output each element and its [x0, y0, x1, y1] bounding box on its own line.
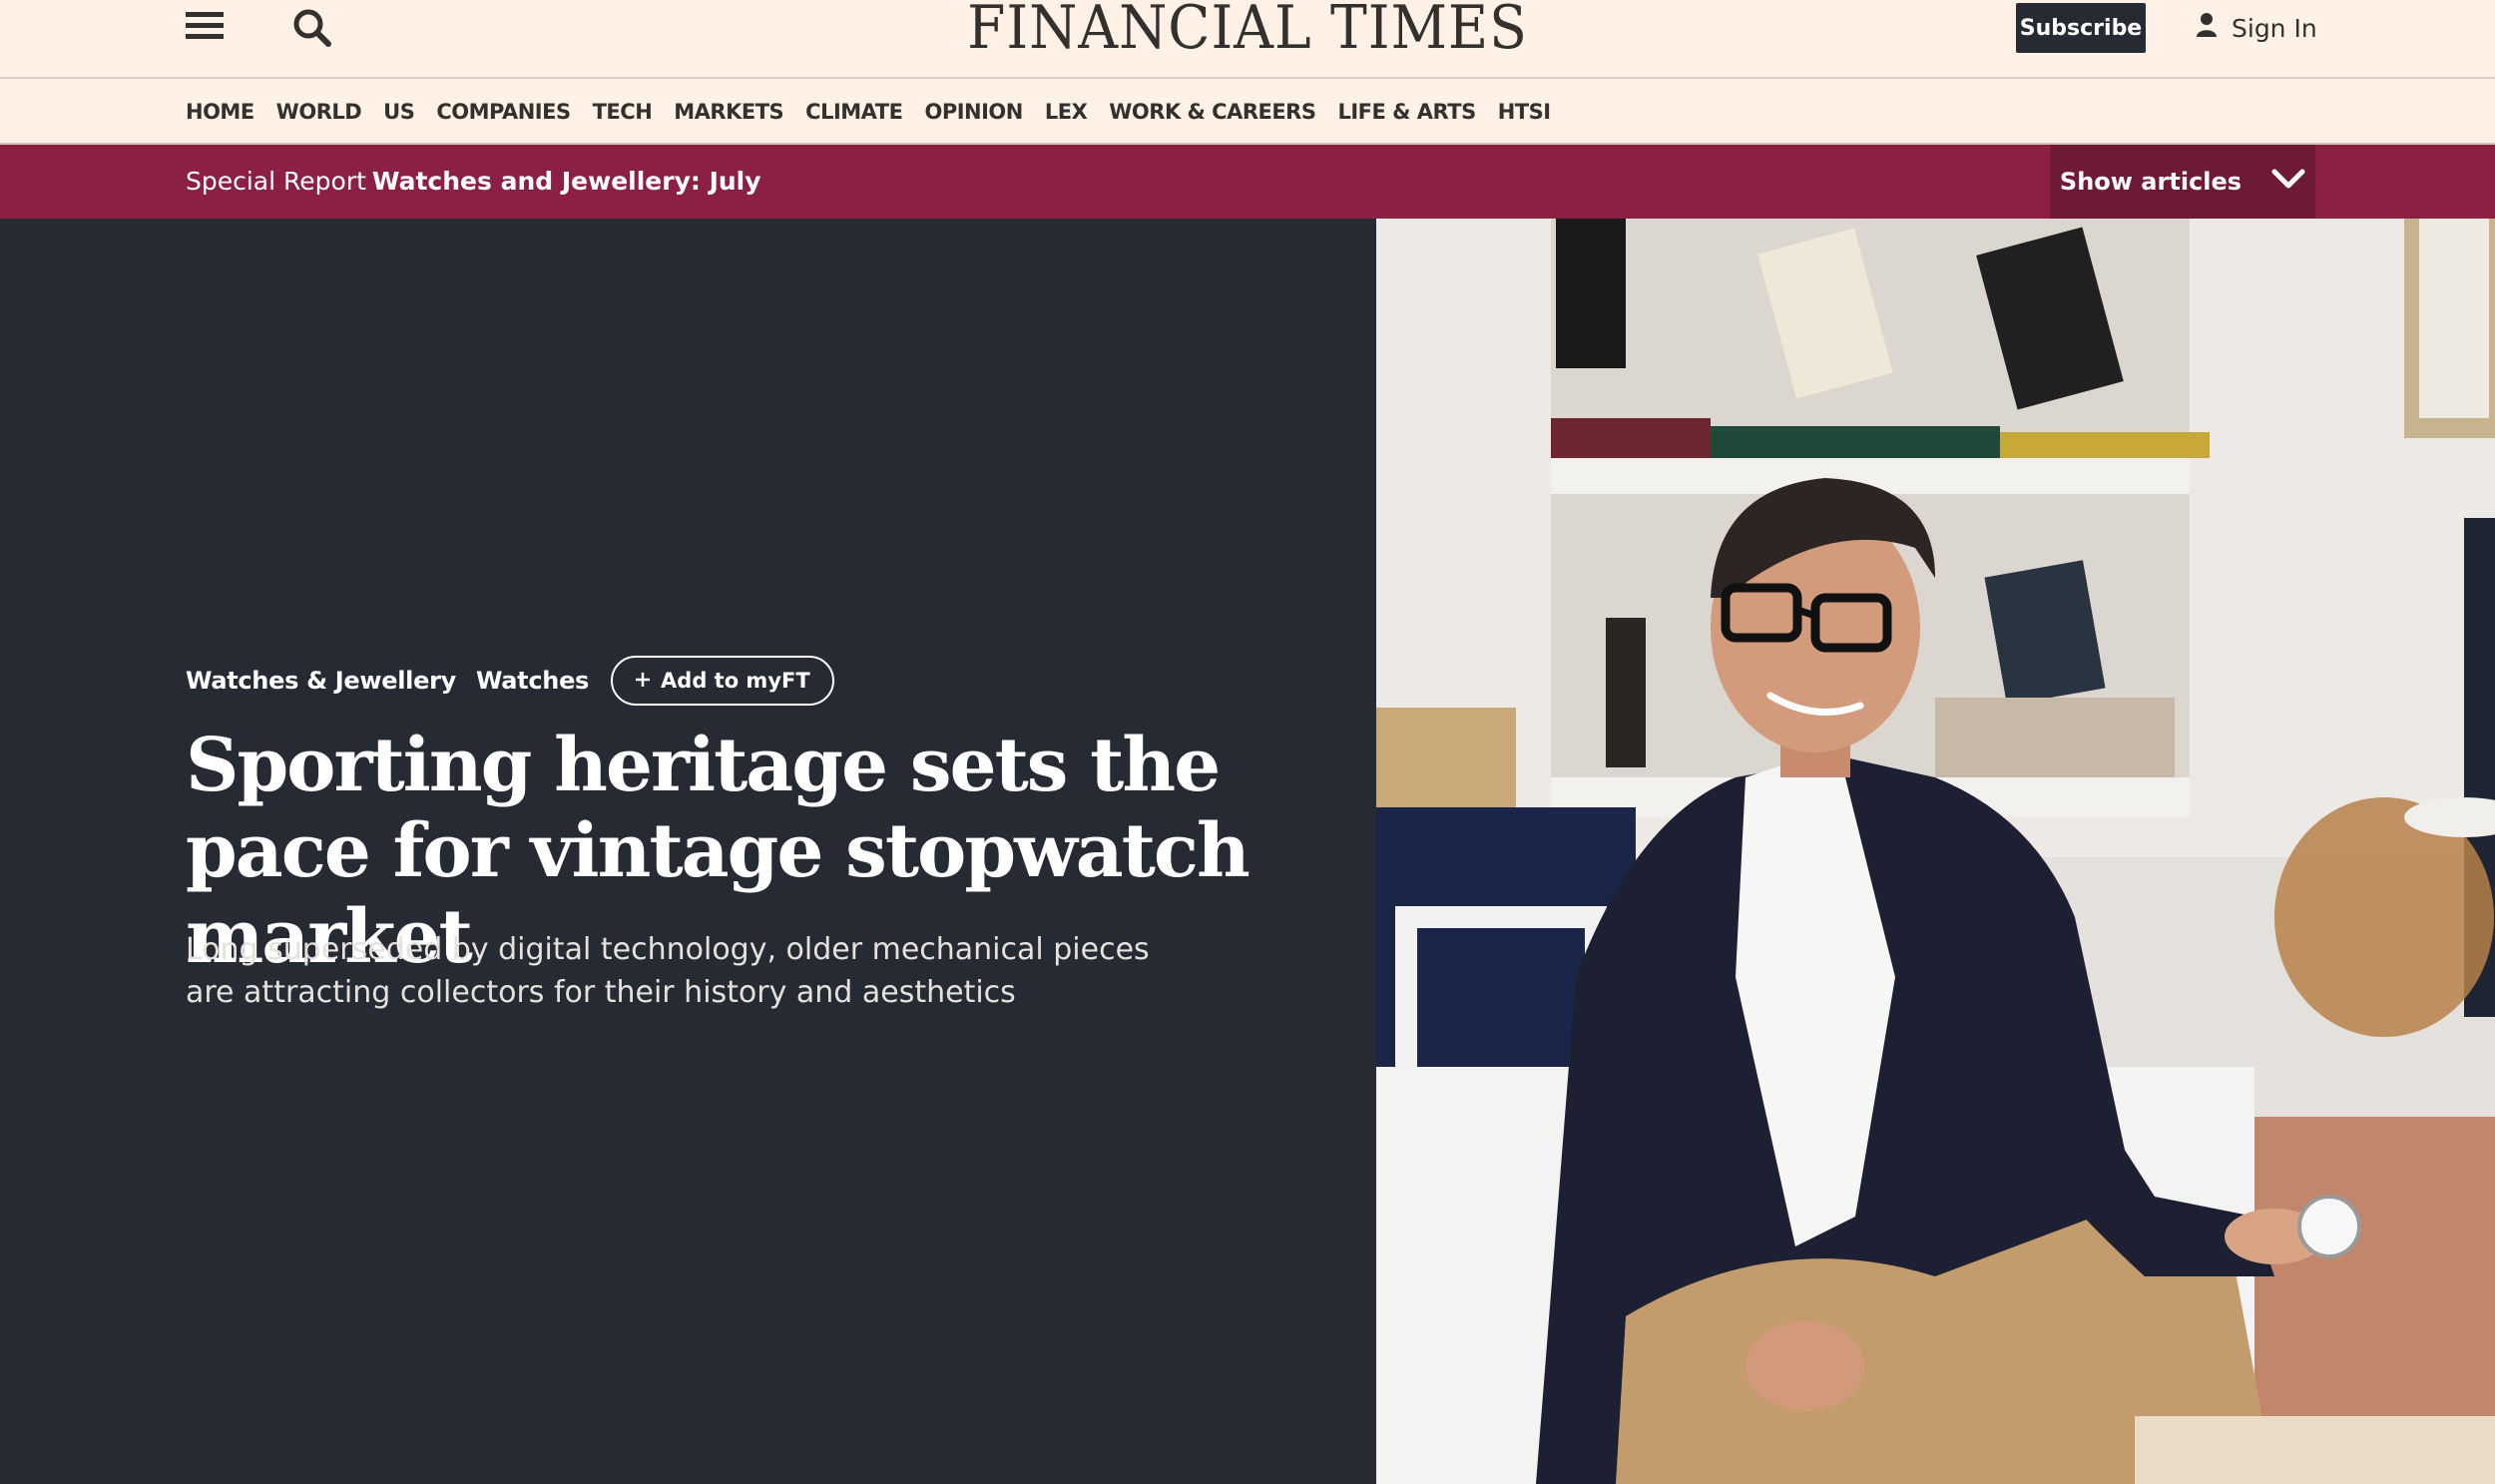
nav-item: WORLD — [276, 100, 362, 124]
nav-list: HOME WORLD US COMPANIES TECH MARKETS CLIMATE OP… — [186, 79, 1551, 145]
nav-link-climate[interactable]: CLIMATE — [805, 100, 903, 124]
nav-link-lex[interactable]: LEX — [1045, 100, 1088, 124]
nav-item: WORK & CAREERS — [1109, 100, 1316, 124]
nav-item: LIFE & ARTS — [1337, 100, 1476, 124]
show-articles-label: Show articles — [2059, 168, 2243, 196]
site-header: FINANCIAL TIMES Subscribe Sign In — [0, 0, 2495, 79]
nav-item: CLIMATE — [805, 100, 903, 124]
add-to-myft-button[interactable]: Add to myFT — [611, 656, 834, 706]
special-report-title[interactable]: Watches and Jewellery: July — [372, 167, 761, 196]
special-report-prefix: Special Report — [186, 167, 366, 196]
nav-link-life-arts[interactable]: LIFE & ARTS — [1337, 100, 1476, 124]
nav-link-tech[interactable]: TECH — [593, 100, 653, 124]
tag-watches-jewellery[interactable]: Watches & Jewellery — [186, 667, 456, 695]
show-articles-button[interactable]: Show articles — [2050, 145, 2315, 219]
main-nav: HOME WORLD US COMPANIES TECH MARKETS CLIMATE OP… — [0, 79, 2495, 145]
special-report-bar: Special Report Watches and Jewellery: Jul… — [0, 145, 2495, 219]
tag-watches[interactable]: Watches — [476, 667, 589, 695]
article-standfirst: Long superseded by digital technology, o… — [186, 932, 1150, 1010]
nav-item: TECH — [593, 100, 653, 124]
nav-link-us[interactable]: US — [383, 100, 415, 124]
nav-link-home[interactable]: HOME — [186, 100, 254, 124]
nav-item: US — [383, 100, 415, 124]
nav-link-work-careers[interactable]: WORK & CAREERS — [1109, 100, 1316, 124]
sign-in-link[interactable]: Sign In — [2196, 6, 2317, 50]
plus-icon — [635, 669, 651, 693]
nav-item: HTSI — [1498, 100, 1551, 124]
article-tags: Watches & Jewellery Watches Add to myFT — [186, 655, 834, 707]
nav-item: LEX — [1045, 100, 1088, 124]
nav-link-htsi[interactable]: HTSI — [1498, 100, 1551, 124]
user-icon — [2196, 12, 2218, 44]
nav-link-companies[interactable]: COMPANIES — [436, 100, 571, 124]
sign-in-label: Sign In — [2232, 13, 2317, 43]
hero-photo — [1376, 219, 2495, 1484]
special-report-text: Special Report Watches and Jewellery: Jul… — [186, 145, 761, 219]
nav-link-world[interactable]: WORLD — [276, 100, 362, 124]
nav-item: COMPANIES — [436, 100, 571, 124]
chevron-down-icon — [2271, 168, 2305, 196]
nav-link-markets[interactable]: MARKETS — [674, 100, 783, 124]
nav-item: HOME — [186, 100, 254, 124]
nav-item: MARKETS — [674, 100, 783, 124]
add-to-myft-label: Add to myFT — [661, 669, 810, 693]
nav-item: OPINION — [924, 100, 1023, 124]
subscribe-button[interactable]: Subscribe — [2016, 3, 2146, 53]
nav-link-opinion[interactable]: OPINION — [924, 100, 1023, 124]
